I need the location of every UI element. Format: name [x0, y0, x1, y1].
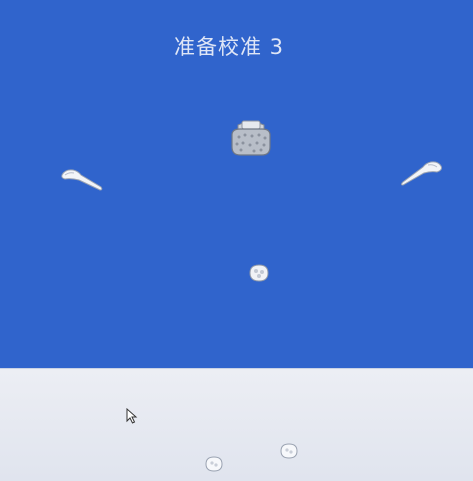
tracker-icon	[280, 443, 298, 459]
vr-controller-left-icon	[61, 169, 103, 191]
mouse-cursor-icon	[126, 408, 138, 424]
tracker-icon	[205, 456, 223, 472]
tracker-icon	[249, 264, 269, 282]
calibration-status-title: 准备校准 3	[173, 35, 285, 59]
vr-calibration-viewport: 准备校准 3	[0, 0, 473, 481]
vr-headset-icon	[231, 120, 271, 156]
floor-plane	[0, 369, 473, 481]
vr-controller-right-icon	[401, 161, 442, 186]
